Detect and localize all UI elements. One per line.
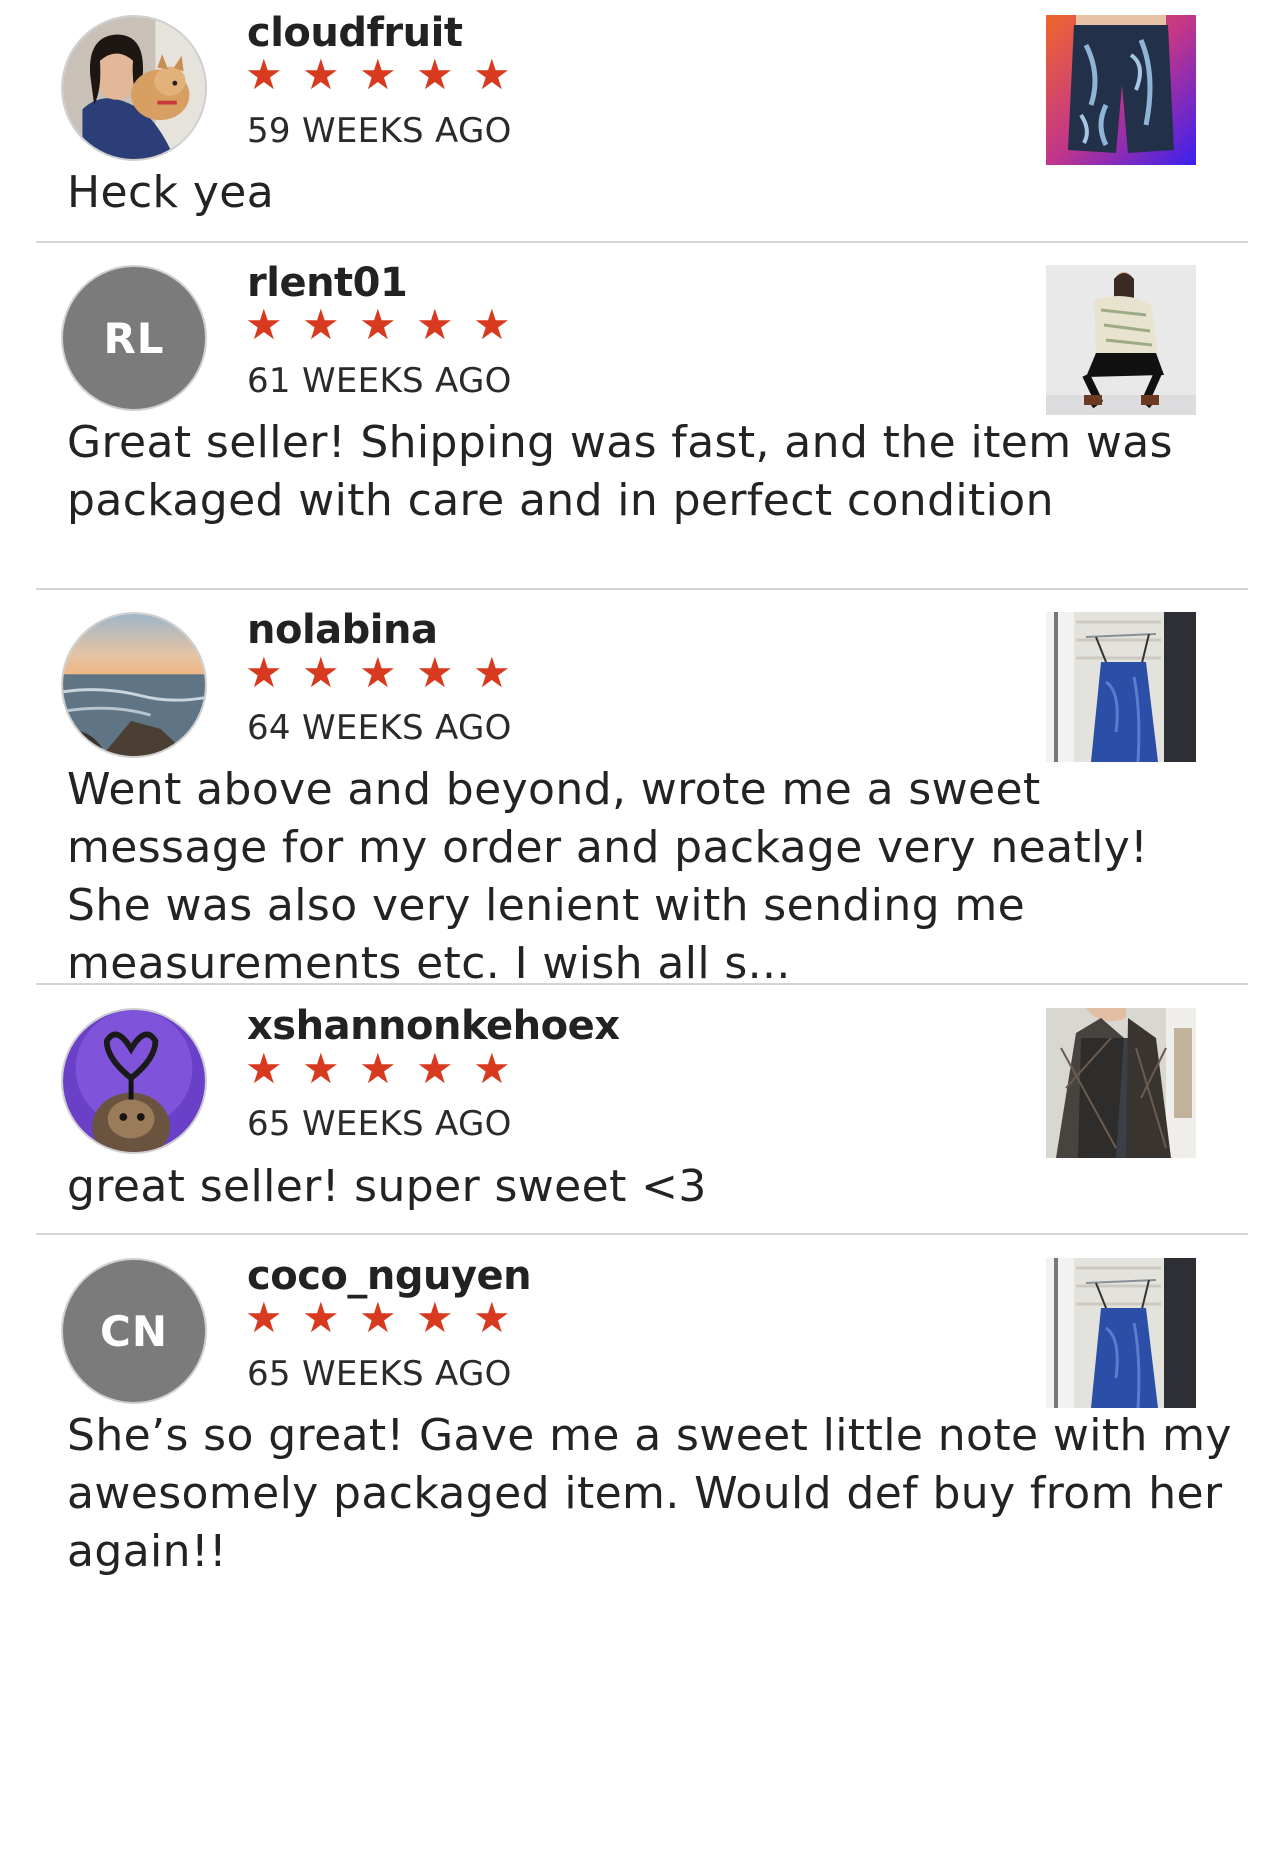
review-text: She’s so great! Gave me a sweet little n… bbox=[67, 1410, 1232, 1577]
star-icon: ★ bbox=[245, 1293, 283, 1342]
review-item: CN coco_nguyen ★ ★ ★ ★ ★ 65 WEEKS AGO Sh… bbox=[0, 0, 1284, 1875]
item-photo-blue-slip-dress-icon[interactable] bbox=[1046, 1258, 1196, 1408]
star-icon: ★ bbox=[473, 1293, 511, 1342]
star-rating: ★ ★ ★ ★ ★ bbox=[245, 1296, 530, 1340]
avatar-initials[interactable]: CN bbox=[61, 1258, 207, 1404]
star-icon: ★ bbox=[416, 1293, 454, 1342]
star-icon: ★ bbox=[302, 1293, 340, 1342]
star-icon: ★ bbox=[359, 1293, 397, 1342]
reviewer-username[interactable]: coco_nguyen bbox=[247, 1256, 532, 1296]
review-date: 65 WEEKS AGO bbox=[247, 1354, 512, 1394]
